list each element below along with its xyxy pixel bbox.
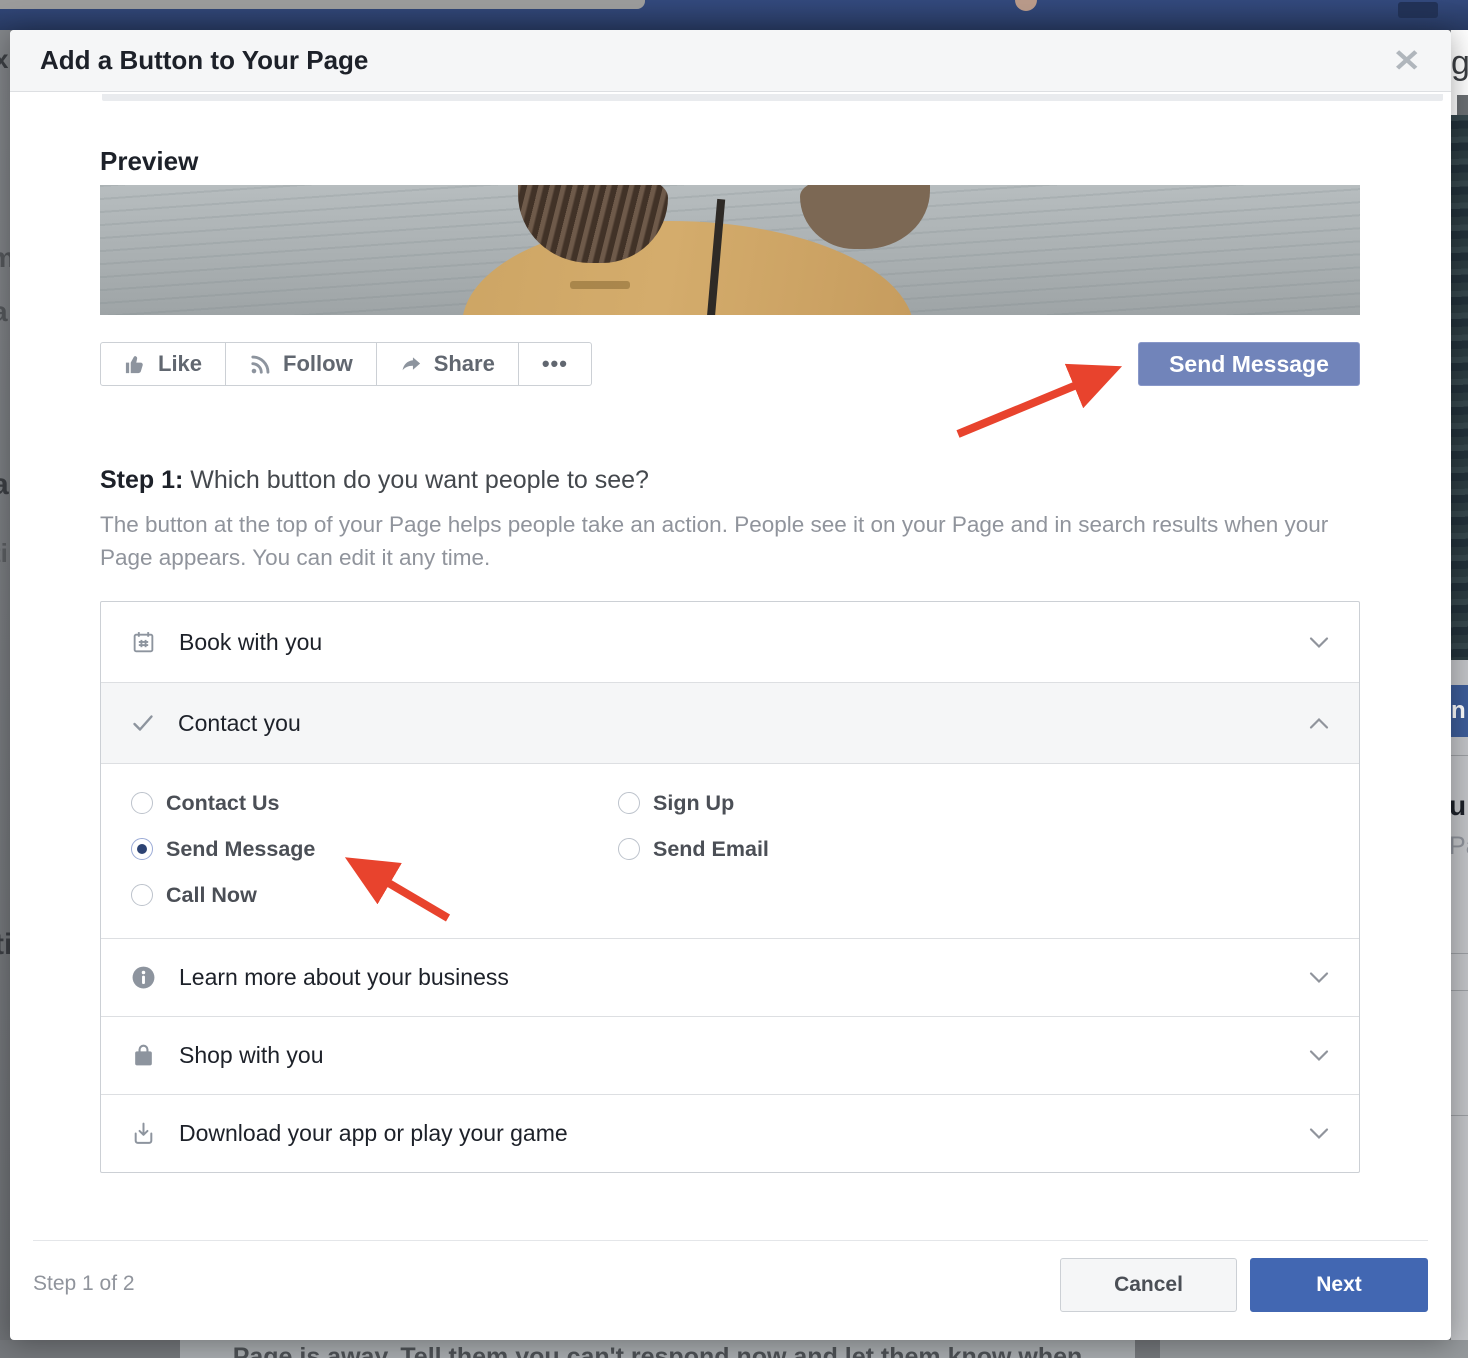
accordion-label: Contact you <box>178 710 301 737</box>
radio-label: Send Email <box>653 837 769 862</box>
cover-person-pocket <box>570 281 630 289</box>
button-category-accordion: Book with you Contact you Contact Us Sen… <box>100 601 1360 1173</box>
radio-circle[interactable] <box>618 838 640 860</box>
background-divider <box>1451 990 1468 991</box>
like-label: Like <box>158 351 202 377</box>
accordion-item-learn-more[interactable]: Learn more about your business <box>101 938 1359 1016</box>
modal-title: Add a Button to Your Page <box>40 45 368 76</box>
download-icon <box>131 1121 156 1146</box>
step-question: Which button do you want people to see? <box>183 466 649 494</box>
preview-send-message-button[interactable]: Send Message <box>1138 342 1360 386</box>
radio-label: Sign Up <box>653 791 734 816</box>
radio-label: Send Message <box>166 837 315 862</box>
background-avatar <box>1015 0 1037 11</box>
background-nav-icons <box>1398 2 1438 18</box>
background-blue-button-edge: n <box>1451 685 1468 737</box>
background-divider <box>1451 755 1468 756</box>
background-browser-strip <box>0 0 645 9</box>
background-text-fragment: ti <box>0 538 8 569</box>
radio-circle[interactable] <box>618 792 640 814</box>
follow-button[interactable]: Follow <box>225 342 377 386</box>
more-actions-button[interactable]: ••• <box>518 342 592 386</box>
chevron-up-icon <box>1309 717 1329 730</box>
radio-option-contact-us[interactable]: Contact Us <box>131 780 279 826</box>
background-facebook-navbar <box>0 0 1468 30</box>
page-action-buttons: Like Follow Share ••• <box>100 342 592 386</box>
background-text-fragment: a <box>0 296 8 328</box>
radio-label: Contact Us <box>166 791 279 816</box>
chevron-down-icon <box>1309 971 1329 984</box>
modal-header: Add a Button to Your Page ✕ <box>10 30 1451 92</box>
accordion-label: Download your app or play your game <box>179 1120 568 1147</box>
chevron-down-icon <box>1309 1127 1329 1140</box>
check-icon <box>131 711 155 735</box>
info-icon <box>131 965 156 990</box>
background-text-fragment: a <box>0 468 9 502</box>
footer-divider <box>33 1240 1428 1241</box>
step-description: The button at the top of your Page helps… <box>100 508 1340 574</box>
background-divider <box>1451 1115 1468 1116</box>
thumbs-up-icon <box>124 353 147 376</box>
accordion-item-download-app[interactable]: Download your app or play your game <box>101 1094 1359 1172</box>
add-button-modal: Add a Button to Your Page ✕ Preview Like <box>10 30 1451 1340</box>
chevron-down-icon <box>1309 1049 1329 1062</box>
chevron-down-icon <box>1309 636 1329 649</box>
radio-option-send-message[interactable]: Send Message <box>131 826 315 872</box>
share-arrow-icon <box>400 353 423 376</box>
radio-option-call-now[interactable]: Call Now <box>131 872 257 918</box>
more-ellipsis-icon: ••• <box>542 351 568 377</box>
background-cover-photo-edge <box>1451 115 1468 660</box>
background-text-fragment: x <box>0 44 8 75</box>
scrolled-content-hint <box>102 94 1443 101</box>
background-away-text: Page is away. Tell them you can't respon… <box>233 1343 1083 1358</box>
background-bottom-right <box>1160 1340 1468 1358</box>
share-label: Share <box>434 351 495 377</box>
close-icon[interactable]: ✕ <box>1393 45 1422 76</box>
follow-label: Follow <box>283 351 353 377</box>
cancel-button[interactable]: Cancel <box>1060 1258 1237 1312</box>
accordion-item-shop-with-you[interactable]: Shop with you <box>101 1016 1359 1094</box>
step-heading: Step 1: Which button do you want people … <box>100 466 649 495</box>
background-bottom-panel: Page is away. Tell them you can't respon… <box>180 1340 1135 1358</box>
radio-circle-selected[interactable] <box>131 838 153 860</box>
like-button[interactable]: Like <box>100 342 226 386</box>
accordion-label: Learn more about your business <box>179 964 509 991</box>
step-label: Step 1: <box>100 466 183 494</box>
shopping-bag-icon <box>131 1043 156 1068</box>
accordion-label: Book with you <box>179 629 322 656</box>
background-scrollbar-thumb <box>1457 95 1468 115</box>
calendar-icon <box>131 630 156 655</box>
radio-option-send-email[interactable]: Send Email <box>618 826 769 872</box>
contact-you-options: Contact Us Send Message Call Now Sign Up… <box>101 764 1359 938</box>
accordion-item-book-with-you[interactable]: Book with you <box>101 602 1359 682</box>
radio-circle[interactable] <box>131 884 153 906</box>
cover-person-hood <box>800 185 930 249</box>
follow-feed-icon <box>249 353 272 376</box>
radio-option-sign-up[interactable]: Sign Up <box>618 780 734 826</box>
radio-label: Call Now <box>166 883 257 908</box>
next-button[interactable]: Next <box>1250 1258 1428 1312</box>
share-button[interactable]: Share <box>376 342 519 386</box>
page-cover-photo <box>100 185 1360 315</box>
radio-circle[interactable] <box>131 792 153 814</box>
preview-heading: Preview <box>100 146 198 177</box>
accordion-label: Shop with you <box>179 1042 323 1069</box>
background-text-fragment: Pa <box>1449 832 1468 861</box>
accordion-item-contact-you[interactable]: Contact you <box>101 682 1359 764</box>
step-progress: Step 1 of 2 <box>33 1272 135 1296</box>
background-divider <box>1451 953 1468 954</box>
background-text-fragment: ur <box>1449 790 1468 822</box>
